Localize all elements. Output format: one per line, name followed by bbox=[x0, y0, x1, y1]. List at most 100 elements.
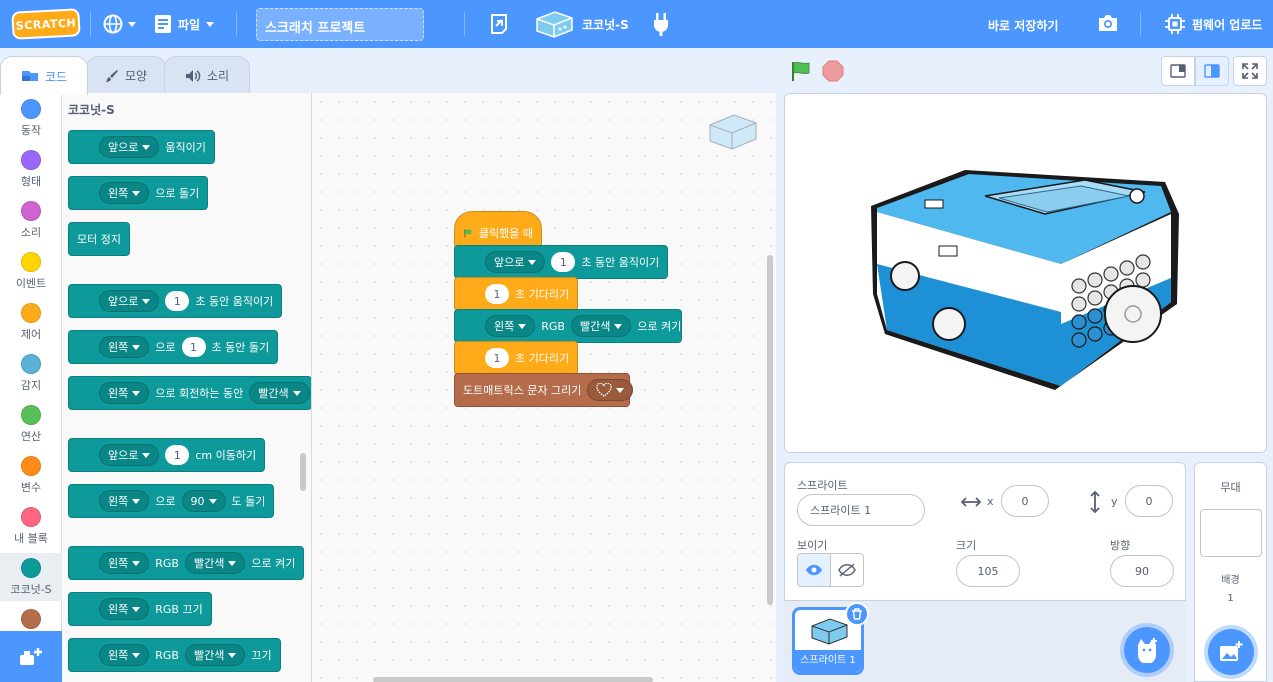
stop-icon[interactable] bbox=[821, 59, 845, 83]
category-coconut-s[interactable]: 코코넛-S bbox=[0, 553, 62, 601]
script-rgb-on-block[interactable]: 왼쪽 RGB 빨간색 으로 켜기 bbox=[454, 309, 682, 343]
number-input[interactable]: 1 bbox=[165, 291, 190, 311]
tab-code[interactable]: 코드 bbox=[0, 56, 88, 95]
direction-label: 방향 bbox=[1110, 539, 1131, 552]
block-rgb-off[interactable]: 왼쪽 RGB 끄기 bbox=[68, 592, 212, 626]
direction-dropdown[interactable]: 앞으로 bbox=[99, 444, 160, 466]
green-flag-icon[interactable] bbox=[789, 59, 813, 83]
sprite-name-input[interactable]: 스프라이트 1 bbox=[797, 494, 925, 526]
direction-dropdown[interactable]: 왼쪽 bbox=[99, 182, 150, 204]
tab-costume[interactable]: 모양 bbox=[86, 56, 166, 94]
direction-dropdown[interactable]: 왼쪽 bbox=[99, 644, 150, 666]
script-move-block[interactable]: 앞으로 1 초 동안 움직이기 bbox=[454, 245, 668, 279]
direction-dropdown[interactable]: 왼쪽 bbox=[99, 382, 150, 404]
color-dropdown[interactable]: 빨간색 bbox=[249, 382, 310, 404]
size-input[interactable]: 105 bbox=[956, 555, 1020, 587]
number-input[interactable]: 1 bbox=[485, 348, 509, 368]
stage-target-pane[interactable]: 무대 배경 1 bbox=[1194, 462, 1267, 682]
small-stage-button[interactable] bbox=[1161, 56, 1195, 86]
screenshot-button[interactable] bbox=[1097, 13, 1119, 33]
category-looks[interactable]: 형태 bbox=[0, 150, 62, 189]
project-title-input[interactable]: 스크래치 프로젝트 bbox=[256, 8, 424, 41]
script-area[interactable]: 클릭했을 때 앞으로 1 초 동안 움직이기 1 초 기다리기 왼쪽 RGB 빨… bbox=[312, 93, 1066, 682]
coconut-robot-sprite[interactable] bbox=[865, 154, 1185, 394]
category-operators[interactable]: 연산 bbox=[0, 405, 62, 444]
add-extension-button[interactable] bbox=[0, 631, 62, 682]
script-wait-block[interactable]: 1 초 기다리기 bbox=[454, 341, 578, 375]
block-turn-for-seconds[interactable]: 왼쪽 으로 1 초 동안 돌기 bbox=[68, 330, 279, 364]
eye-icon bbox=[806, 564, 822, 576]
large-stage-icon bbox=[1204, 64, 1220, 78]
category-sound[interactable]: 소리 bbox=[0, 201, 62, 240]
color-dropdown[interactable]: 빨간색 bbox=[570, 315, 632, 337]
direction-dropdown[interactable]: 왼쪽 bbox=[99, 336, 150, 358]
category-sensing[interactable]: 감지 bbox=[0, 354, 62, 393]
category-extra[interactable] bbox=[0, 609, 62, 632]
sound-dot-icon bbox=[21, 201, 41, 221]
show-visible-button[interactable] bbox=[797, 553, 831, 587]
direction-dropdown[interactable]: 왼쪽 bbox=[99, 598, 150, 620]
pattern-dropdown[interactable] bbox=[587, 379, 634, 401]
y-input[interactable]: 0 bbox=[1125, 485, 1173, 517]
category-control[interactable]: 제어 bbox=[0, 303, 62, 342]
color-dropdown[interactable]: 빨간색 bbox=[184, 552, 246, 574]
script-wait-block[interactable]: 1 초 기다리기 bbox=[454, 277, 578, 311]
direction-dropdown[interactable]: 왼쪽 bbox=[485, 315, 536, 337]
stage-canvas[interactable] bbox=[784, 93, 1267, 453]
delete-sprite-button[interactable] bbox=[845, 602, 869, 626]
block-rgb-color-off[interactable]: 왼쪽 RGB 빨간색 끄기 bbox=[68, 638, 281, 672]
direction-dropdown[interactable]: 왼쪽 bbox=[99, 490, 150, 512]
x-input[interactable]: 0 bbox=[1001, 485, 1049, 517]
show-hidden-button[interactable] bbox=[830, 553, 864, 587]
block-turn-while-color[interactable]: 왼쪽 으로 회전하는 동안 빨간색 bbox=[68, 376, 311, 410]
block-move-forward[interactable]: 앞으로 움직이기 bbox=[68, 130, 215, 164]
sprite-thumb-label: 스프라이트 1 bbox=[795, 650, 861, 672]
block-rgb-on[interactable]: 왼쪽 RGB 빨간색 으로 켜기 bbox=[68, 546, 305, 580]
number-input[interactable]: 1 bbox=[165, 445, 190, 465]
scratch-logo[interactable]: SCRATCH bbox=[11, 8, 81, 40]
category-my-blocks[interactable]: 내 블록 bbox=[0, 507, 62, 546]
image-add-icon bbox=[1220, 641, 1243, 661]
firmware-upload-button[interactable]: 펌웨어 업로드 bbox=[1164, 13, 1262, 35]
block-text: 으로 켜기 bbox=[637, 320, 682, 333]
category-events[interactable]: 이벤트 bbox=[0, 252, 62, 291]
block-move-cm[interactable]: 앞으로 1 cm 이동하기 bbox=[68, 438, 266, 472]
direction-dropdown[interactable]: 앞으로 bbox=[99, 136, 160, 158]
category-motion[interactable]: 동작 bbox=[0, 99, 62, 138]
direction-dropdown[interactable]: 앞으로 bbox=[485, 251, 546, 273]
block-turn-degrees[interactable]: 왼쪽 으로 90 도 돌기 bbox=[68, 484, 275, 518]
category-variables[interactable]: 변수 bbox=[0, 456, 62, 495]
tab-sound[interactable]: 소리 bbox=[164, 56, 250, 94]
script-dot-matrix-block[interactable]: 도트매트릭스 문자 그리기 bbox=[454, 373, 634, 407]
stage-thumbnail[interactable] bbox=[1200, 509, 1262, 557]
connect-button[interactable] bbox=[652, 12, 670, 36]
number-input[interactable]: 1 bbox=[551, 252, 576, 272]
large-stage-button[interactable] bbox=[1195, 56, 1229, 86]
number-input[interactable]: 1 bbox=[181, 337, 206, 357]
control-dot-icon bbox=[21, 303, 41, 323]
when-flag-clicked-block[interactable]: 클릭했을 때 bbox=[454, 211, 542, 249]
palette-scrollbar[interactable] bbox=[300, 453, 306, 491]
script-vertical-scrollbar[interactable] bbox=[767, 255, 773, 605]
block-turn[interactable]: 왼쪽 으로 돌기 bbox=[68, 176, 209, 210]
color-dropdown[interactable]: 빨간색 bbox=[184, 644, 246, 666]
file-menu-button[interactable]: 파일 bbox=[154, 14, 215, 34]
choose-sprite-button[interactable] bbox=[1124, 627, 1170, 673]
direction-input[interactable]: 90 bbox=[1110, 555, 1174, 587]
block-text: 모터 정지 bbox=[77, 233, 121, 246]
block-motor-stop[interactable]: 모터 정지 bbox=[68, 222, 130, 256]
script-horizontal-scrollbar[interactable] bbox=[373, 677, 653, 682]
device-selector[interactable]: 코코넛-S bbox=[534, 9, 629, 39]
choose-backdrop-button[interactable] bbox=[1208, 629, 1254, 675]
caret-icon bbox=[132, 344, 141, 350]
block-move-for-seconds[interactable]: 앞으로 1 초 동안 움직이기 bbox=[68, 284, 283, 318]
save-now-button[interactable]: 바로 저장하기 bbox=[988, 17, 1058, 34]
language-menu-button[interactable] bbox=[102, 13, 136, 35]
fullscreen-button[interactable] bbox=[1233, 56, 1267, 86]
number-input[interactable]: 1 bbox=[485, 284, 509, 304]
share-link-button[interactable] bbox=[488, 12, 510, 36]
fullscreen-icon bbox=[1242, 63, 1258, 79]
direction-dropdown[interactable]: 왼쪽 bbox=[99, 552, 150, 574]
degree-dropdown[interactable]: 90 bbox=[181, 490, 226, 512]
direction-dropdown[interactable]: 앞으로 bbox=[99, 290, 160, 312]
